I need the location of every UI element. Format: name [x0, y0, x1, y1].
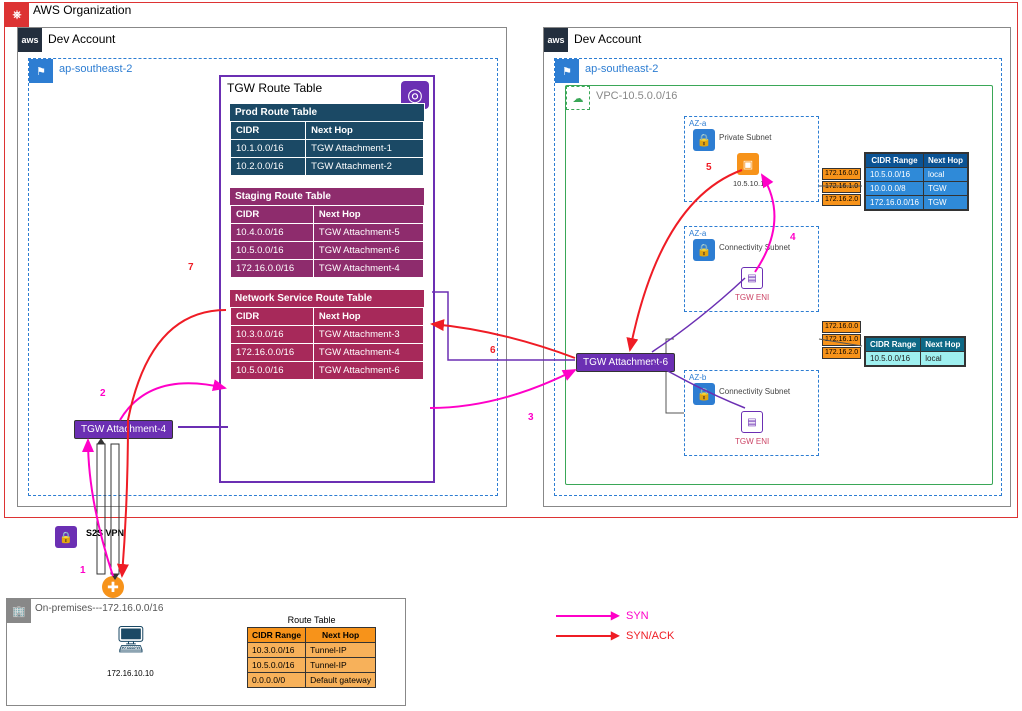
onprem-container: 🏢 On-premises---172.16.0.0/16 🖥 172.16.1… [6, 598, 406, 706]
step-1: 1 [80, 565, 86, 576]
aws-org-label: AWS Organization [33, 3, 131, 17]
step-5: 5 [706, 162, 712, 173]
legend-synack: SYN/ACK [556, 630, 674, 642]
onprem-server-icon: 🖥 [115, 625, 147, 653]
onprem-route-table: Route Table CIDR RangeNext Hop 10.3.0.0/… [247, 613, 376, 688]
onprem-icon: 🏢 [7, 599, 31, 623]
legend-syn-label: SYN [626, 610, 649, 622]
tgw-attachment-6: TGW Attachment-6 [576, 353, 675, 372]
onprem-server-ip: 172.16.10.10 [107, 669, 154, 678]
dev-account-left-label: Dev Account [48, 32, 115, 46]
vpn-tunnel-icon [88, 438, 128, 590]
aws-org-icon: ⎈ [5, 3, 29, 27]
staging-rt-title: Staging Route Table [230, 188, 424, 205]
legend-syn: SYN [556, 610, 674, 622]
aws-account-icon: aws [544, 28, 568, 52]
aws-organization-container: ⎈ AWS Organization aws Dev Account ⚑ ap-… [4, 2, 1018, 518]
vpn-gateway-icon: 🔒 [55, 526, 77, 548]
vpc: ☁ VPC-10.5.0.0/16 AZ-a 🔒 Private Subnet … [565, 85, 993, 485]
step-4: 4 [790, 232, 796, 243]
dev-account-right: aws Dev Account ⚑ ap-southeast-2 ☁ VPC-1… [543, 27, 1011, 507]
region-icon: ⚑ [555, 59, 579, 83]
tgw-attachment-4: TGW Attachment-4 [74, 420, 173, 439]
network-service-route-table: Network Service Route Table CIDRNext Hop… [229, 289, 425, 381]
step-7: 7 [188, 262, 194, 273]
legend-synack-label: SYN/ACK [626, 630, 674, 642]
tgw-route-table-box: TGW Route Table Prod Route Table CIDRNex… [219, 75, 435, 483]
network-rt-title: Network Service Route Table [230, 290, 424, 307]
aws-account-icon: aws [18, 28, 42, 52]
onprem-rt-title: Route Table [247, 613, 376, 627]
onprem-label: On-premises---172.16.0.0/16 [35, 603, 163, 614]
step-6: 6 [490, 345, 496, 356]
legend: SYN SYN/ACK [556, 610, 674, 650]
step-3: 3 [528, 412, 534, 423]
region-left-label: ap-southeast-2 [59, 63, 132, 75]
region-right: ⚑ ap-southeast-2 ☁ VPC-10.5.0.0/16 AZ-a … [554, 58, 1002, 496]
staging-route-table: Staging Route Table CIDRNext Hop 10.4.0.… [229, 187, 425, 279]
prod-route-table: Prod Route Table CIDRNext Hop 10.1.0.0/1… [229, 103, 425, 177]
vpc-connectors [566, 86, 994, 486]
region-right-label: ap-southeast-2 [585, 63, 658, 75]
prod-rt-title: Prod Route Table [230, 104, 424, 121]
dev-account-right-label: Dev Account [574, 32, 641, 46]
region-icon: ⚑ [29, 59, 53, 83]
step-2: 2 [100, 388, 106, 399]
